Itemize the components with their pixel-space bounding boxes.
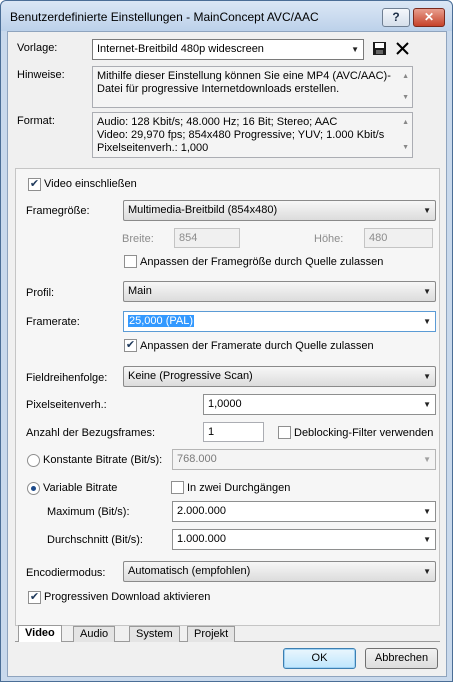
max-bitrate-combo[interactable]: 2.000.000 ▼ — [172, 501, 436, 522]
help-button[interactable]: ? — [382, 8, 410, 27]
title-bar[interactable]: Benutzerdefinierte Einstellungen - MainC… — [1, 1, 452, 31]
ref-frames-field[interactable]: 1 — [203, 422, 264, 442]
allow-source-framerate-label: Anpassen der Framerate durch Quelle zula… — [140, 340, 374, 352]
framerate-value: 25,000 (PAL) — [128, 315, 195, 327]
format-label: Format: — [17, 115, 55, 127]
scroll-up-icon[interactable]: ▲ — [402, 116, 409, 129]
profile-value: Main — [128, 285, 152, 297]
format-line: Pixelseitenverh.: 1,000 — [97, 142, 209, 154]
tab-strip: Video Audio System Projekt — [15, 625, 440, 642]
tab-video[interactable]: Video — [18, 625, 62, 642]
avg-bitrate-value: 1.000.000 — [177, 533, 226, 545]
window-title: Benutzerdefinierte Einstellungen - MainC… — [10, 10, 319, 24]
field-order-label: Fieldreihenfolge: — [26, 372, 108, 384]
encode-mode-dropdown[interactable]: Automatisch (empfohlen) ▼ — [123, 561, 436, 582]
encode-mode-label: Encodiermodus: — [26, 567, 106, 579]
format-line: Audio: 128 Kbit/s; 48.000 Hz; 16 Bit; St… — [97, 116, 338, 128]
variable-bitrate-radio[interactable] — [27, 482, 40, 495]
include-video-label: Video einschließen — [44, 178, 137, 190]
framerate-label: Framerate: — [26, 316, 80, 328]
chevron-down-icon: ▼ — [423, 287, 431, 296]
template-label: Vorlage: — [17, 42, 58, 54]
dialog-body: Vorlage: Internet-Breitbild 480p widescr… — [7, 31, 447, 677]
chevron-down-icon: ▼ — [423, 317, 431, 326]
scroll-down-icon[interactable]: ▼ — [402, 91, 409, 104]
close-button[interactable]: ✕ — [413, 8, 445, 27]
avg-bitrate-combo[interactable]: 1.000.000 ▼ — [172, 529, 436, 550]
chevron-down-icon: ▼ — [423, 206, 431, 215]
deblocking-label: Deblocking-Filter verwenden — [294, 427, 434, 439]
constant-bitrate-radio[interactable] — [27, 454, 40, 467]
progressive-download-checkbox[interactable]: ✔ — [28, 591, 41, 604]
encode-mode-value: Automatisch (empfohlen) — [128, 565, 251, 577]
deblocking-checkbox[interactable] — [278, 426, 291, 439]
allow-source-frame-size-label: Anpassen der Framegröße durch Quelle zul… — [140, 256, 384, 268]
profile-dropdown[interactable]: Main ▼ — [123, 281, 436, 302]
tab-project[interactable]: Projekt — [187, 626, 236, 642]
height-field[interactable]: 480 — [364, 228, 433, 248]
tab-system[interactable]: System — [129, 626, 180, 642]
notes-text: Mithilfe dieser Einstellung können Sie e… — [97, 70, 391, 95]
frame-size-label: Framegröße: — [26, 205, 90, 217]
chevron-down-icon: ▼ — [423, 372, 431, 381]
chevron-down-icon: ▼ — [423, 400, 431, 409]
avg-bitrate-label: Durchschnitt (Bit/s): — [47, 534, 143, 546]
width-label: Breite: — [122, 233, 154, 245]
chevron-down-icon: ▼ — [423, 567, 431, 576]
format-text-area[interactable]: Audio: 128 Kbit/s; 48.000 Hz; 16 Bit; St… — [92, 112, 413, 158]
constant-bitrate-label: Konstante Bitrate (Bit/s): — [43, 454, 163, 466]
frame-size-dropdown[interactable]: Multimedia-Breitbild (854x480) ▼ — [123, 200, 436, 221]
field-order-value: Keine (Progressive Scan) — [128, 370, 253, 382]
cancel-button[interactable]: Abbrechen — [365, 648, 438, 669]
ref-frames-label: Anzahl der Bezugsframes: — [26, 427, 156, 439]
chevron-down-icon: ▼ — [351, 45, 359, 54]
settings-dialog: Benutzerdefinierte Einstellungen - MainC… — [0, 0, 453, 682]
profile-label: Profil: — [26, 287, 55, 299]
two-pass-label: In zwei Durchgängen — [187, 482, 291, 494]
two-pass-checkbox[interactable] — [171, 481, 184, 494]
include-video-checkbox[interactable]: ✔ — [28, 178, 41, 191]
frame-size-value: Multimedia-Breitbild (854x480) — [128, 204, 278, 216]
chevron-down-icon: ▼ — [423, 535, 431, 544]
framerate-combo[interactable]: 25,000 (PAL) ▼ — [123, 311, 436, 332]
height-label: Höhe: — [314, 233, 344, 245]
field-order-dropdown[interactable]: Keine (Progressive Scan) ▼ — [123, 366, 436, 387]
width-field[interactable]: 854 — [174, 228, 240, 248]
scroll-down-icon[interactable]: ▼ — [402, 141, 409, 154]
tab-audio[interactable]: Audio — [73, 626, 116, 642]
delete-icon[interactable] — [394, 41, 411, 58]
template-value: Internet-Breitbild 480p widescreen — [97, 43, 264, 55]
constant-bitrate-combo[interactable]: 768.000 ▼ — [172, 449, 436, 470]
pixel-aspect-label: Pixelseitenverh.: — [26, 399, 107, 411]
pixel-aspect-value: 1,0000 — [208, 398, 242, 410]
progressive-download-label: Progressiven Download aktivieren — [44, 591, 211, 603]
max-bitrate-label: Maximum (Bit/s): — [47, 506, 130, 518]
notes-text-area[interactable]: Mithilfe dieser Einstellung können Sie e… — [92, 66, 413, 108]
scroll-up-icon[interactable]: ▲ — [402, 70, 409, 83]
save-icon[interactable] — [371, 41, 388, 58]
notes-label: Hinweise: — [17, 69, 65, 81]
chevron-down-icon: ▼ — [423, 455, 431, 464]
allow-source-framerate-checkbox[interactable]: ✔ — [124, 339, 137, 352]
variable-bitrate-label: Variable Bitrate — [43, 482, 118, 494]
allow-source-frame-size-checkbox[interactable] — [124, 255, 137, 268]
chevron-down-icon: ▼ — [423, 507, 431, 516]
ok-button[interactable]: OK — [283, 648, 356, 669]
format-line: Video: 29,970 fps; 854x480 Progressive; … — [97, 129, 385, 141]
pixel-aspect-combo[interactable]: 1,0000 ▼ — [203, 394, 436, 415]
max-bitrate-value: 2.000.000 — [177, 505, 226, 517]
template-dropdown[interactable]: Internet-Breitbild 480p widescreen ▼ — [92, 39, 364, 60]
constant-bitrate-value: 768.000 — [177, 453, 217, 465]
